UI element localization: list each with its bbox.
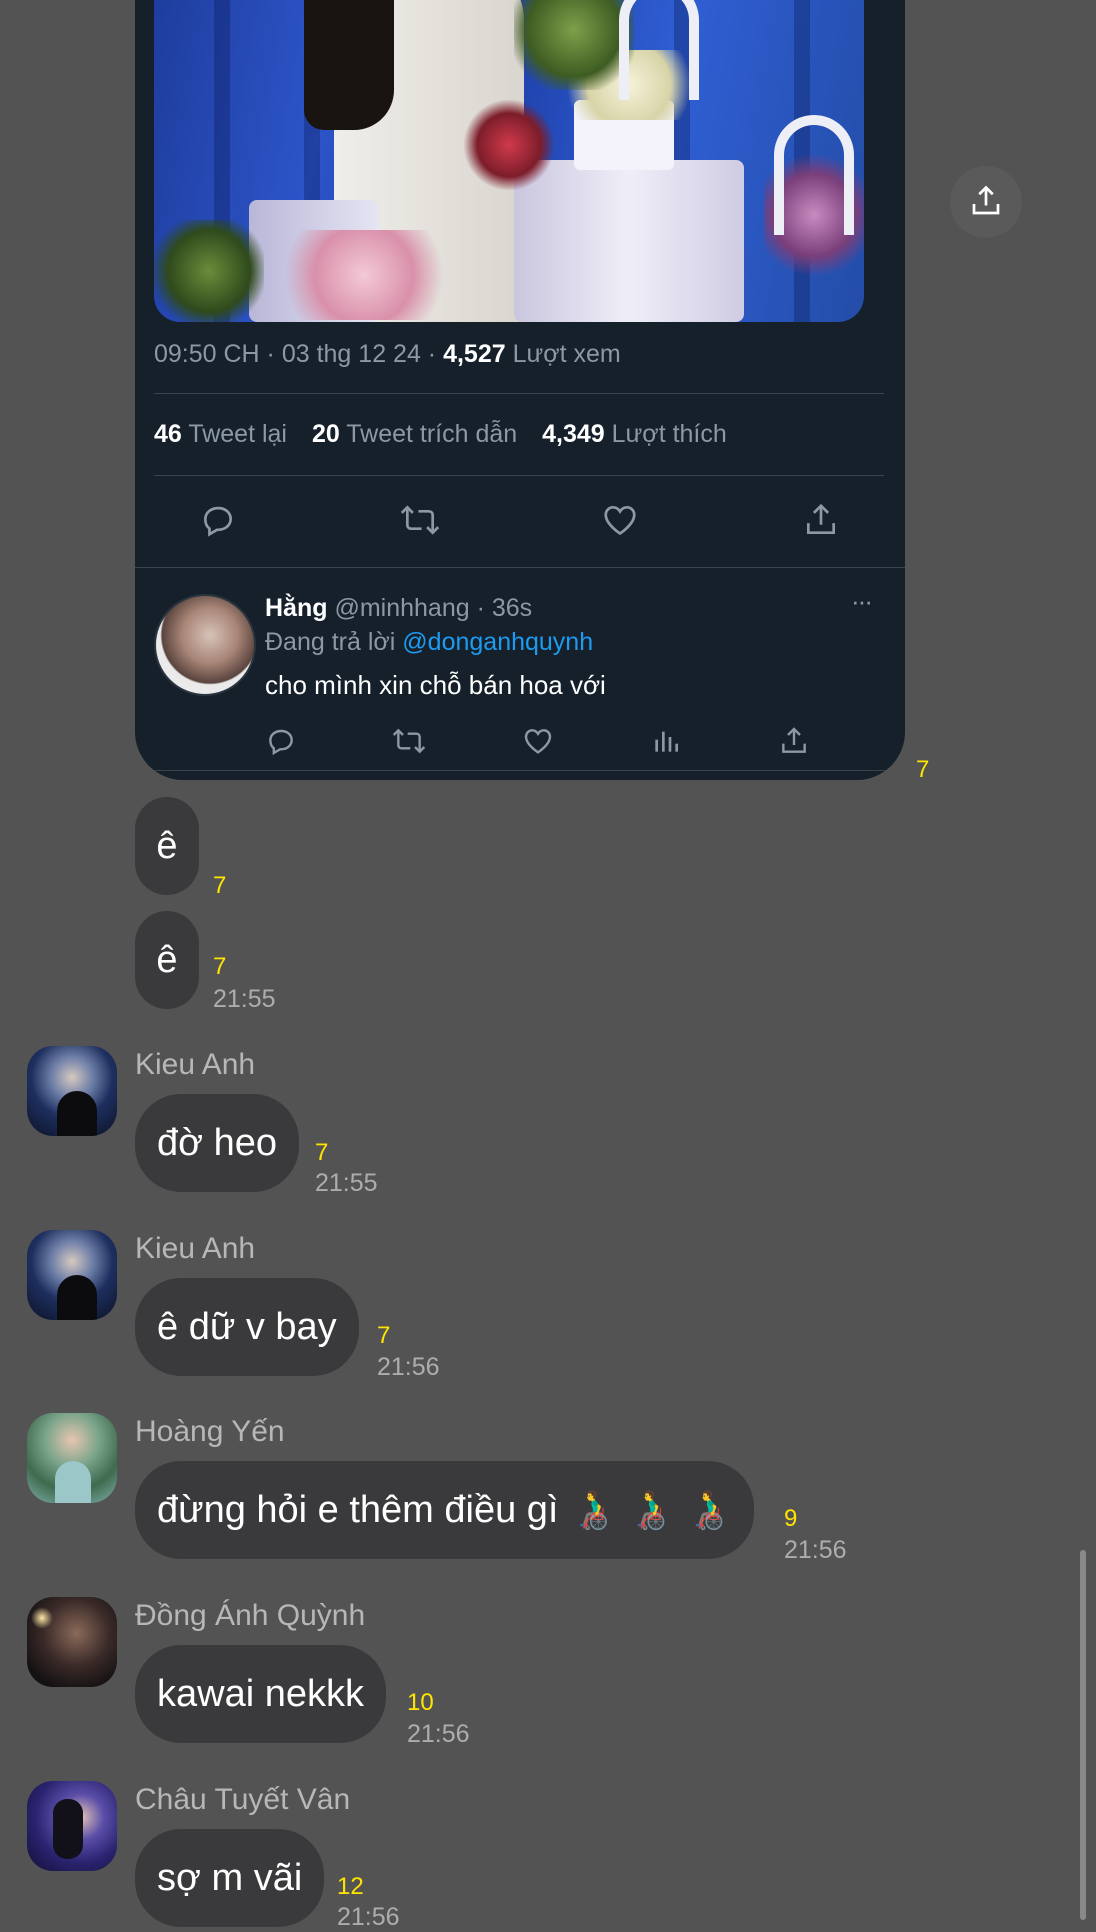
tweet-actions <box>135 501 905 541</box>
scrollbar[interactable] <box>1080 1550 1086 1920</box>
reply-avatar[interactable] <box>154 594 256 696</box>
tweet-time-date: 09:50 CH · 03 thg 12 24 · <box>154 340 437 368</box>
read-count: 7 <box>315 1139 329 1166</box>
reply-handle-time: @minhhang · 36s <box>334 594 533 622</box>
message-bubble[interactable]: đờ heo <box>135 1094 300 1192</box>
read-count: 7 <box>916 756 930 783</box>
sender-name: Hoàng Yến <box>135 1415 285 1448</box>
share-icon[interactable] <box>778 725 810 757</box>
message-bubble[interactable]: sợ m vãi <box>135 1829 325 1927</box>
message-time: 21:55 <box>213 985 276 1013</box>
retweets-stat[interactable]: 46 Tweet lại <box>154 420 287 448</box>
bar-chart-icon[interactable] <box>650 725 682 757</box>
mention-link[interactable]: @donganhquynh <box>402 628 593 656</box>
reply-icon[interactable] <box>199 501 237 539</box>
reply-text: cho mình xin chỗ bán hoa với <box>265 670 606 700</box>
likes-stat[interactable]: 4,349 Lượt thích <box>542 420 727 448</box>
read-count: 12 <box>337 1873 364 1900</box>
message-bubble[interactable]: ê <box>135 911 199 1009</box>
tweet-stats: 46 Tweet lại 20 Tweet trích dẫn 4,349 Lư… <box>154 420 745 449</box>
heart-icon[interactable] <box>601 501 639 539</box>
divider <box>135 770 905 771</box>
tweet-views-label: Lượt xem <box>512 340 621 368</box>
share-icon <box>972 185 1000 215</box>
avatar[interactable] <box>27 1046 117 1136</box>
tweet-timestamp-views: 09:50 CH · 03 thg 12 24 · 4,527 Lượt xem <box>154 340 621 369</box>
share-button[interactable] <box>950 166 1022 238</box>
share-icon[interactable] <box>802 501 840 539</box>
message-time: 21:56 <box>784 1536 847 1564</box>
message-bubble[interactable]: đừng hỏi e thêm điều gì 👨‍🦽 👨‍🦽 👨‍🦽 <box>135 1461 755 1559</box>
sender-name: Đồng Ánh Quỳnh <box>135 1599 366 1632</box>
read-count: 10 <box>407 1689 434 1716</box>
message-bubble[interactable]: ê dữ v bay <box>135 1278 359 1376</box>
read-count: 9 <box>784 1505 798 1532</box>
message-time: 21:55 <box>315 1169 378 1197</box>
sender-name: Kieu Anh <box>135 1232 256 1265</box>
heart-icon[interactable] <box>522 725 554 757</box>
read-count: 7 <box>213 953 227 980</box>
message-time: 21:56 <box>377 1353 440 1381</box>
reply-header: Hằng @minhhang · 36s <box>265 594 532 623</box>
avatar[interactable] <box>27 1413 117 1503</box>
message-time: 21:56 <box>337 1903 400 1931</box>
divider <box>154 393 884 394</box>
divider <box>135 567 905 568</box>
sender-name: Châu Tuyết Vân <box>135 1783 351 1816</box>
more-options-icon[interactable]: ··· <box>851 586 873 617</box>
quotes-stat[interactable]: 20 Tweet trích dẫn <box>312 420 517 448</box>
replying-to: Đang trả lời @donganhquynh <box>265 628 593 657</box>
tweet-photo[interactable] <box>154 0 864 322</box>
reply-icon[interactable] <box>265 725 297 757</box>
avatar[interactable] <box>27 1781 117 1871</box>
avatar[interactable] <box>27 1597 117 1687</box>
sender-name: Kieu Anh <box>135 1048 256 1081</box>
tweet-card[interactable]: 09:50 CH · 03 thg 12 24 · 4,527 Lượt xem… <box>135 0 905 780</box>
retweet-icon[interactable] <box>399 501 441 539</box>
tweet-views-count: 4,527 <box>443 340 506 368</box>
divider <box>154 475 884 476</box>
retweet-icon[interactable] <box>391 725 427 757</box>
message-bubble[interactable]: ê <box>135 797 199 895</box>
message-time: 21:56 <box>407 1720 470 1748</box>
read-count: 7 <box>377 1322 391 1349</box>
reply-actions <box>135 725 905 765</box>
avatar[interactable] <box>27 1230 117 1320</box>
read-count: 7 <box>213 872 227 899</box>
reply-author-name[interactable]: Hằng <box>265 594 328 622</box>
replying-to-prefix: Đang trả lời <box>265 628 396 656</box>
message-bubble[interactable]: kawai nekkk <box>135 1645 386 1743</box>
